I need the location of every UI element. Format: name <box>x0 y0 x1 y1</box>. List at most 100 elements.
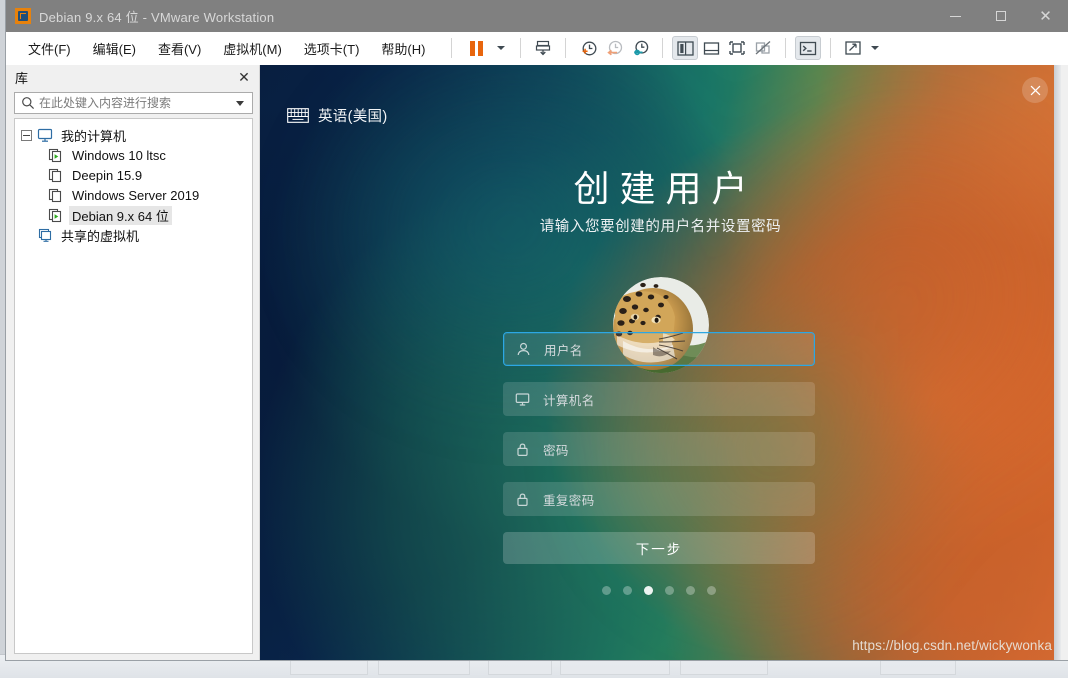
library-search-box[interactable] <box>14 92 253 114</box>
maximize-button[interactable] <box>978 0 1023 32</box>
unity-mode-button[interactable] <box>750 36 776 60</box>
toolbar-separator <box>830 38 832 58</box>
installer-pager <box>503 586 815 595</box>
vm-running-icon <box>48 208 62 222</box>
send-ctrl-alt-del-button[interactable] <box>530 36 556 60</box>
lock-icon <box>517 492 528 506</box>
library-panel-icon <box>677 40 694 56</box>
chevron-down-icon[interactable] <box>236 100 244 106</box>
repeat-password-placeholder: 重复密码 <box>543 493 595 508</box>
tree-item-debian-9x-64[interactable]: Debian 9.x 64 位 <box>15 205 252 225</box>
vm-tree[interactable]: 我的计算机 Windows 10 ltsc Deepin 15.9 Window… <box>14 118 253 654</box>
installer-close-button[interactable] <box>1022 77 1048 103</box>
password-placeholder: 密码 <box>543 443 569 458</box>
vmware-logo-icon <box>15 8 31 24</box>
taskbar-ghost-item[interactable] <box>680 658 768 675</box>
pager-dot-active[interactable] <box>644 586 653 595</box>
password-input[interactable]: 密码 <box>503 432 815 466</box>
pager-dot[interactable] <box>623 586 632 595</box>
maximize-icon <box>995 11 1006 21</box>
tree-item-label: 我的计算机 <box>61 128 127 144</box>
terminal-icon <box>800 41 817 55</box>
menu-edit[interactable]: 编辑(E) <box>83 36 146 61</box>
taskbar-ghost-item[interactable] <box>488 658 552 675</box>
close-icon: ✕ <box>1039 7 1052 25</box>
stretch-icon <box>845 41 862 55</box>
username-input[interactable]: 用户名 <box>503 332 815 366</box>
snapshot-add-icon <box>582 41 597 55</box>
person-icon <box>517 342 530 355</box>
show-library-button[interactable] <box>672 36 699 60</box>
take-snapshot-button[interactable] <box>575 36 601 60</box>
vm-running-icon <box>48 148 62 162</box>
power-dropdown-button[interactable] <box>491 36 511 60</box>
toolbar-separator <box>520 38 522 58</box>
pager-dot[interactable] <box>707 586 716 595</box>
library-close-button[interactable]: ✕ <box>235 68 253 86</box>
repeat-password-input[interactable]: 重复密码 <box>503 482 815 516</box>
computer-icon <box>37 128 53 142</box>
screen-root: Debian 9.x 64 位 - VMware Workstation ✕ 文… <box>0 0 1068 678</box>
library-header: 库 ✕ <box>6 65 259 89</box>
toolbar-separator <box>662 38 664 58</box>
lock-icon <box>517 442 528 456</box>
toolbar-separator <box>451 38 453 58</box>
stretch-guest-button[interactable] <box>840 36 866 60</box>
snapshot-revert-icon <box>607 40 623 55</box>
menu-tabs[interactable]: 选项卡(T) <box>294 36 370 61</box>
menu-vm[interactable]: 虚拟机(M) <box>213 36 292 61</box>
vm-icon <box>48 168 62 182</box>
taskbar-ghost-item[interactable] <box>290 658 368 675</box>
next-step-button[interactable]: 下一步 <box>503 532 815 564</box>
taskbar-ghost-item[interactable] <box>378 658 470 675</box>
taskbar-ghost-item[interactable] <box>880 658 956 675</box>
keyboard-layout-indicator[interactable]: 英语(美国) <box>287 105 387 126</box>
show-console-view-button[interactable] <box>698 36 724 60</box>
monitor-icon <box>515 392 530 406</box>
tree-item-label: Debian 9.x 64 位 <box>69 205 172 225</box>
keyboard-layout-label: 英语(美国) <box>318 109 388 125</box>
vmware-workstation-window: Debian 9.x 64 位 - VMware Workstation ✕ 文… <box>6 0 1068 660</box>
enter-fullscreen-button[interactable] <box>724 36 750 60</box>
close-window-button[interactable]: ✕ <box>1023 0 1068 32</box>
library-panel: 库 ✕ 在此处键入内容进行搜索 我的计算机 Windows 10 ltsc De… <box>6 65 260 660</box>
pager-dot[interactable] <box>602 586 611 595</box>
shared-vm-icon <box>38 228 52 242</box>
window-controls: ✕ <box>933 0 1068 32</box>
window-title: Debian 9.x 64 位 - VMware Workstation <box>39 9 275 25</box>
minimize-button[interactable] <box>933 0 978 32</box>
tree-item-windows-10-ltsc[interactable]: Windows 10 ltsc <box>15 145 252 165</box>
pause-icon <box>469 40 483 56</box>
terminal-button[interactable] <box>795 36 822 60</box>
taskbar-ghost-item[interactable] <box>560 658 670 675</box>
tree-node-my-computer[interactable]: 我的计算机 <box>15 125 252 145</box>
tree-item-deepin-15-9[interactable]: Deepin 15.9 <box>15 165 252 185</box>
page-title: 创建用户 <box>573 169 758 210</box>
stretch-dropdown-button[interactable] <box>866 36 884 60</box>
search-input[interactable] <box>39 96 232 110</box>
computername-placeholder: 计算机名 <box>543 393 595 408</box>
snapshot-manager-button[interactable] <box>627 36 653 60</box>
menu-file[interactable]: 文件(F) <box>18 36 81 61</box>
keyboard-icon <box>287 108 309 123</box>
toolbar-separator <box>565 38 567 58</box>
search-icon <box>22 97 35 110</box>
pager-dot[interactable] <box>665 586 674 595</box>
collapse-toggle-icon[interactable] <box>21 129 32 141</box>
tree-node-shared-vms[interactable]: 共享的虚拟机 <box>15 225 252 245</box>
pause-vm-button[interactable] <box>461 36 491 60</box>
computername-input[interactable]: 计算机名 <box>503 382 815 416</box>
unity-mode-off-icon <box>756 41 771 55</box>
page-subtitle: 请输入您要创建的用户名并设置密码 <box>539 219 782 235</box>
menu-view[interactable]: 查看(V) <box>148 36 211 61</box>
title-bar[interactable]: Debian 9.x 64 位 - VMware Workstation ✕ <box>6 0 1068 32</box>
menu-help[interactable]: 帮助(H) <box>371 36 435 61</box>
guest-screen[interactable]: 英语(美国) 创建用户 请输入您要创建的用户名并设置密码 用户名 计算机名 密码… <box>260 65 1061 660</box>
tree-item-label: 共享的虚拟机 <box>61 228 140 244</box>
pager-dot[interactable] <box>686 586 695 595</box>
send-key-icon <box>536 40 551 56</box>
tree-item-windows-server-2019[interactable]: Windows Server 2019 <box>15 185 252 205</box>
chevron-down-icon <box>497 46 506 50</box>
snapshot-manager-icon <box>634 40 649 55</box>
revert-snapshot-button[interactable] <box>601 36 627 60</box>
